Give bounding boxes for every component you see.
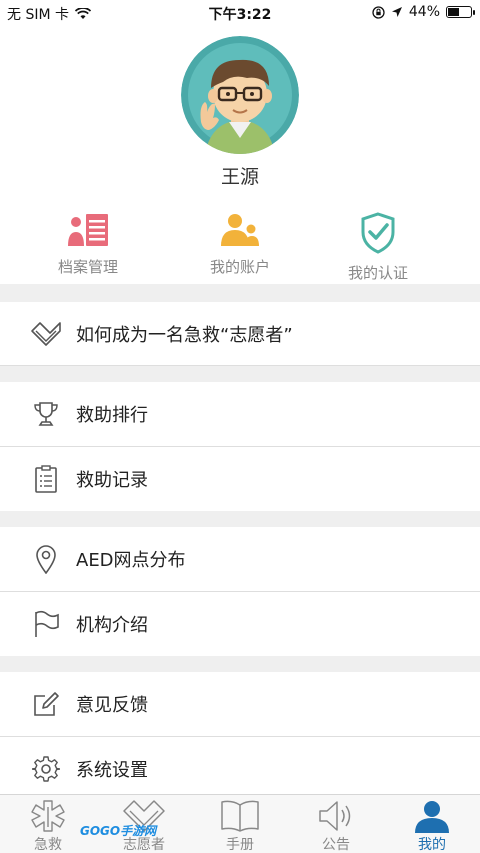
tab-bar: 急救 志愿者 手册 公告 我的: [0, 794, 480, 853]
user-icon: [415, 801, 449, 833]
menu-item-system-settings[interactable]: 系统设置: [0, 737, 480, 801]
profile-header: 王源: [0, 36, 480, 189]
certification-shield-icon: [361, 212, 395, 254]
tab-label: 我的: [418, 837, 446, 853]
location-arrow-icon: [391, 7, 402, 17]
tab-mine[interactable]: 我的: [384, 795, 480, 853]
menu-item-become-volunteer[interactable]: 如何成为一名急救“志愿者”: [0, 302, 480, 366]
clipboard-icon: [30, 463, 62, 495]
menu-item-aed-locations[interactable]: AED网点分布: [0, 527, 480, 591]
battery-fill: [448, 8, 459, 16]
records-management-label: 档案管理: [57, 258, 118, 276]
menu-item-rescue-records[interactable]: 救助记录: [0, 447, 480, 511]
menu-item-feedback[interactable]: 意见反馈: [0, 672, 480, 736]
records-management-button[interactable]: 档案管理: [23, 212, 153, 277]
menu-label: 救助排行: [76, 405, 148, 426]
flag-icon: [30, 608, 62, 640]
section-separator: [0, 366, 480, 382]
my-account-label: 我的账户: [209, 258, 270, 276]
watermark-logo: GOGO手游网: [80, 824, 157, 838]
gear-icon: [30, 753, 62, 785]
edit-icon: [30, 688, 62, 720]
tab-label: 公告: [322, 837, 350, 853]
first-aid-icon: [31, 800, 65, 832]
menu-label: 如何成为一名急救“志愿者”: [76, 325, 293, 346]
section-separator: [0, 284, 480, 302]
avatar[interactable]: [181, 36, 299, 154]
menu-label: 救助记录: [76, 470, 148, 491]
account-icon: [221, 214, 259, 246]
menu-item-institution-intro[interactable]: 机构介绍: [0, 592, 480, 656]
menu-label: 意见反馈: [76, 695, 148, 716]
my-certification-label: 我的认证: [347, 264, 408, 282]
tab-announcement[interactable]: 公告: [288, 795, 384, 853]
records-icon: [68, 214, 108, 246]
map-pin-icon: [30, 543, 62, 575]
divider: [0, 365, 480, 366]
rotation-lock-icon: [372, 5, 385, 19]
section-separator: [0, 656, 480, 672]
tab-label: 手册: [226, 837, 254, 853]
my-certification-button[interactable]: 我的认证: [313, 212, 443, 283]
menu-label: 机构介绍: [76, 615, 148, 636]
trophy-icon: [30, 398, 62, 430]
menu-label: AED网点分布: [76, 550, 186, 571]
quick-actions: 档案管理 我的账户 我的认证: [0, 212, 480, 284]
speaker-icon: [319, 801, 351, 831]
battery-percent: 44%: [408, 4, 440, 20]
user-name: 王源: [220, 166, 259, 188]
book-icon: [221, 800, 259, 832]
status-bar: 无 SIM 卡 下午3:22 44%: [0, 0, 480, 24]
battery-icon: [446, 6, 475, 18]
my-account-button[interactable]: 我的账户: [175, 212, 305, 277]
volunteer-hands-icon: [30, 318, 62, 350]
tab-handbook[interactable]: 手册: [192, 795, 288, 853]
menu-label: 系统设置: [76, 760, 148, 781]
section-separator: [0, 511, 480, 527]
menu-item-rescue-ranking[interactable]: 救助排行: [0, 382, 480, 446]
